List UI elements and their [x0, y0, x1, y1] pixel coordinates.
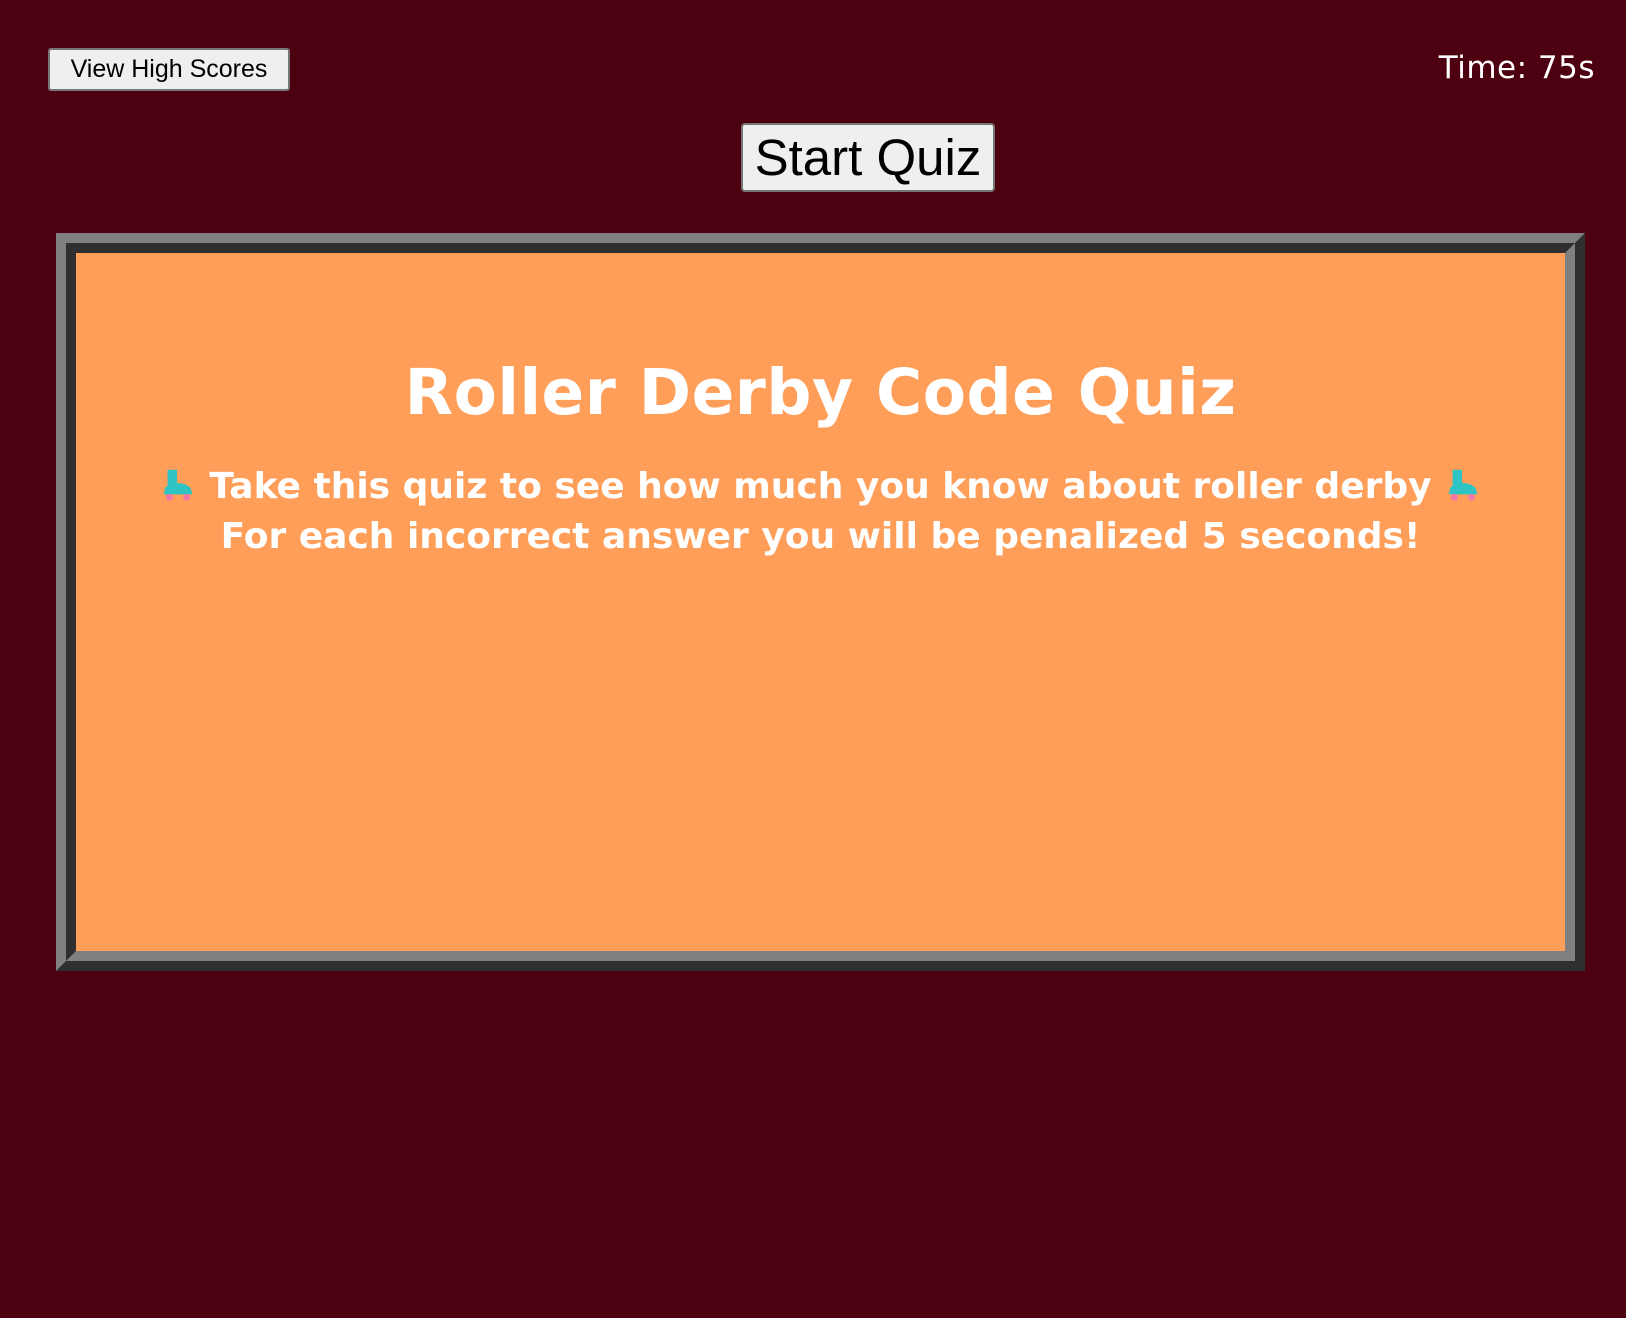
timer-display: Time: 75s [1438, 50, 1595, 86]
intro-line: Take this quiz to see how much you know … [76, 462, 1565, 512]
quiz-description: Take this quiz to see how much you know … [76, 462, 1565, 562]
quiz-page: { "header": { "high_scores_label": "View… [0, 0, 1626, 1318]
intro-text: Take this quiz to see how much you know … [209, 466, 1432, 507]
quiz-title: Roller Derby Code Quiz [404, 356, 1237, 429]
start-quiz-button[interactable]: Start Quiz [741, 123, 995, 192]
quiz-panel: Roller Derby Code Quiz Take this quiz to… [56, 233, 1585, 971]
view-high-scores-button[interactable]: View High Scores [48, 48, 290, 91]
top-bar: View High Scores Time: 75s [0, 0, 1626, 120]
quiz-panel-content: Roller Derby Code Quiz Take this quiz to… [66, 243, 1575, 961]
roller-skate-icon [1444, 464, 1482, 502]
roller-skate-icon [159, 464, 197, 502]
penalty-line: For each incorrect answer you will be pe… [220, 516, 1421, 557]
